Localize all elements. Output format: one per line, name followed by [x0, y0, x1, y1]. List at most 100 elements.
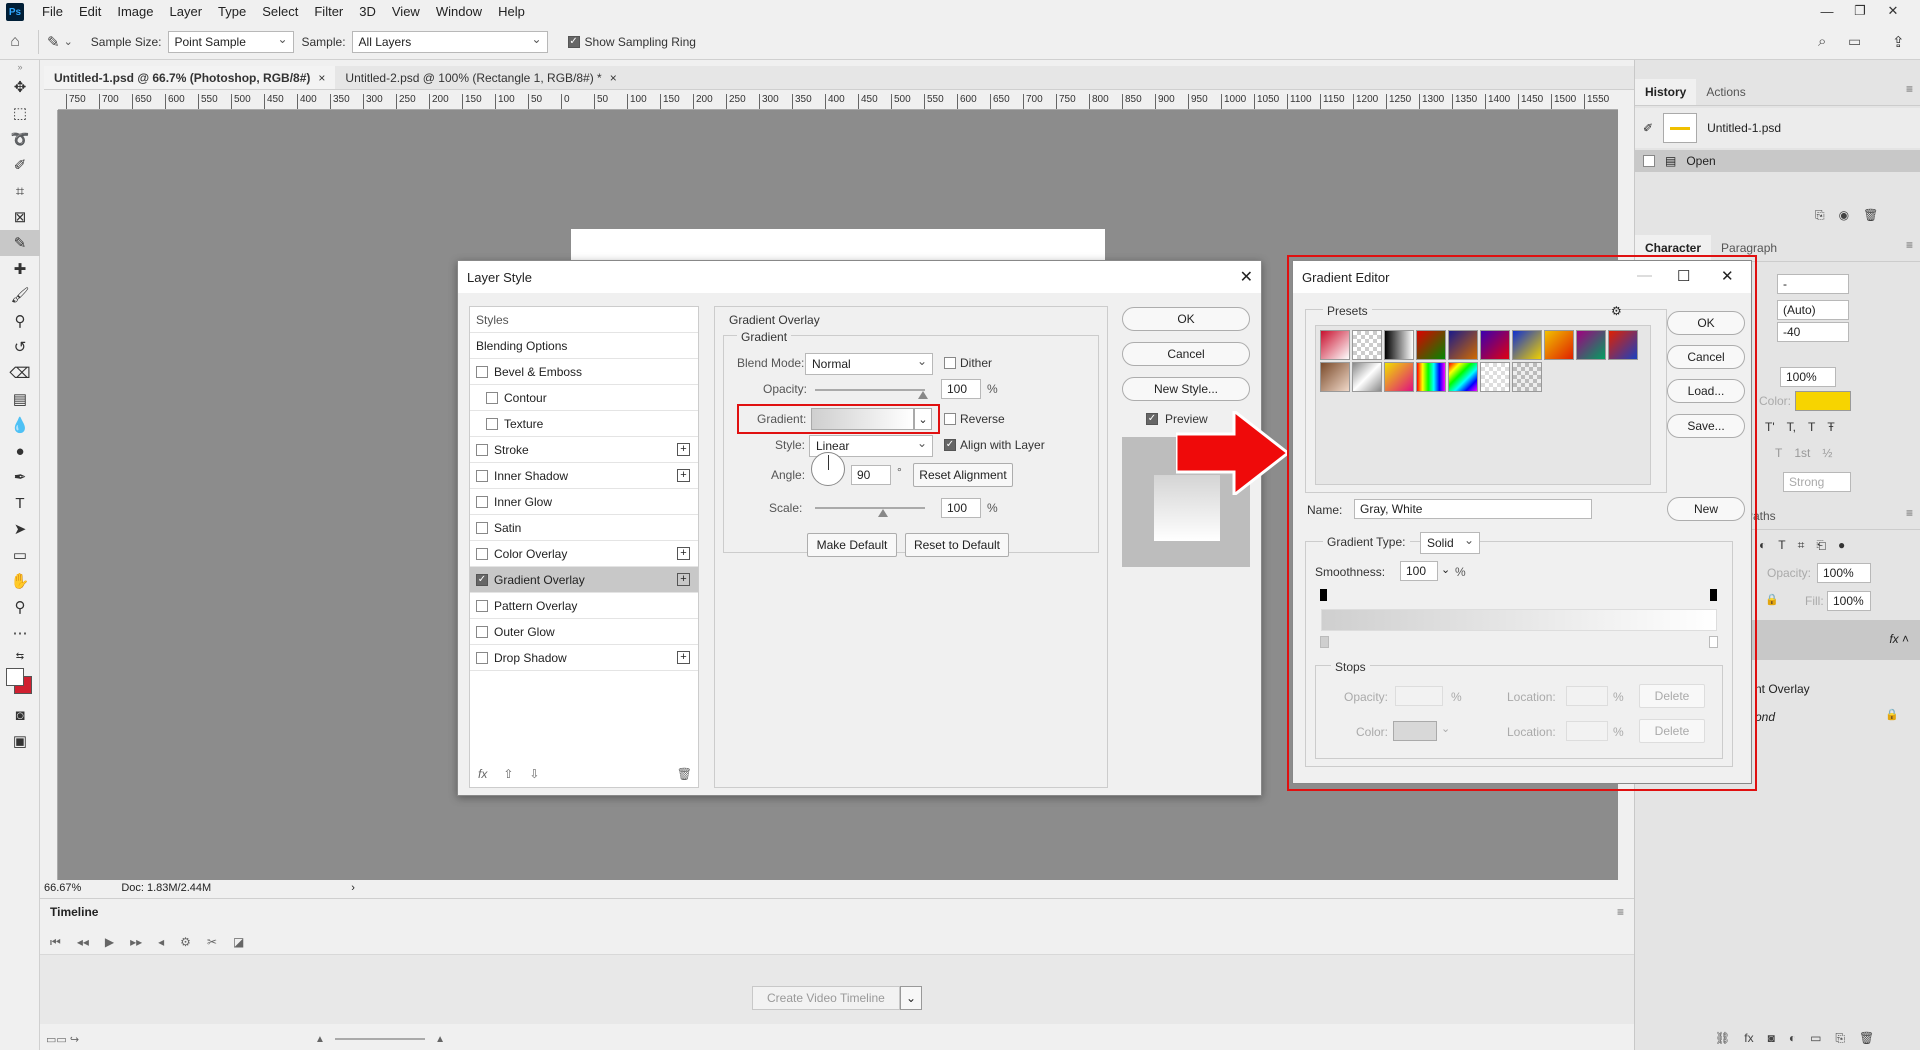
minimize-icon[interactable]: — [1812, 0, 1842, 22]
stop-color-swatch[interactable] [1393, 721, 1437, 741]
antialias-select[interactable]: Strong [1783, 472, 1851, 492]
link-icon[interactable]: ⛓ [1715, 1031, 1730, 1046]
gradient-preset[interactable] [1512, 330, 1542, 360]
history-brush-icon[interactable]: ↺ [0, 334, 40, 360]
layer-row-selected[interactable]: fx ˄ [1735, 620, 1920, 660]
type-filter-icon[interactable]: T [1778, 538, 1785, 553]
mask-icon[interactable]: ◙ [1768, 1031, 1775, 1046]
stop-location-field[interactable] [1566, 721, 1608, 741]
effect-item[interactable]: Satin [470, 515, 698, 541]
menu-3d[interactable]: 3D [351, 0, 384, 24]
effect-item[interactable]: Inner Shadow + [470, 463, 698, 489]
filmstrip-icon[interactable]: ▭▭ ↪ [46, 1033, 79, 1046]
effect-checkbox[interactable] [476, 365, 488, 378]
adjustment-icon[interactable]: ◐ [1789, 1031, 1796, 1046]
move-tool-icon[interactable]: ✥ [0, 74, 40, 100]
effect-checkbox[interactable] [476, 469, 488, 482]
gradient-preset[interactable] [1352, 330, 1382, 360]
adjustment-filter-icon[interactable]: ◐ [1759, 538, 1766, 553]
opacity-slider-knob[interactable] [918, 391, 928, 399]
effect-checkbox[interactable] [476, 443, 488, 456]
blending-options-item[interactable]: Blending Options [470, 333, 698, 359]
tracking-select[interactable]: -40 [1777, 322, 1849, 342]
gradient-preset[interactable] [1384, 362, 1414, 392]
effect-checkbox[interactable] [476, 625, 488, 638]
foreground-color-swatch[interactable] [6, 668, 24, 686]
opacity-stop-left[interactable] [1320, 589, 1327, 601]
align-with-layer-checkbox[interactable]: ✓ [944, 439, 956, 451]
stop-opacity-field[interactable] [1395, 686, 1443, 706]
gradient-preset[interactable] [1544, 330, 1574, 360]
split-icon[interactable]: ✂ [207, 935, 217, 950]
gradient-preset[interactable] [1352, 362, 1382, 392]
gradient-type-select[interactable]: Solid [1420, 532, 1480, 554]
fx-icon[interactable]: fx ˄ [1889, 632, 1909, 646]
effect-checkbox[interactable] [486, 391, 498, 404]
show-sampling-ring-checkbox[interactable]: ✓ [567, 35, 580, 48]
gradient-preset[interactable] [1576, 330, 1606, 360]
frame-tool-icon[interactable]: ⊠ [0, 204, 40, 230]
fraction-icon[interactable]: ½ [1822, 446, 1832, 460]
load-button[interactable]: Load... [1667, 379, 1745, 403]
zoom-in-icon[interactable]: ▲ [435, 1034, 445, 1045]
healing-brush-icon[interactable]: ✚ [0, 256, 40, 282]
panel-menu-icon[interactable]: ≡ [1906, 238, 1913, 252]
tab-actions[interactable]: Actions [1696, 79, 1755, 105]
effect-item[interactable]: Outer Glow [470, 619, 698, 645]
menu-file[interactable]: File [34, 0, 71, 24]
more-tools-icon[interactable]: ⋯ [0, 620, 40, 646]
gear-icon[interactable]: ⚙ [1611, 304, 1622, 318]
restore-icon[interactable]: ❐ [1845, 0, 1875, 22]
close-icon[interactable]: ✕ [1878, 0, 1908, 22]
history-snapshot[interactable]: ✐ Untitled-1.psd [1635, 108, 1920, 148]
zoom-tool-icon[interactable]: ⚲ [0, 594, 40, 620]
fx-icon[interactable]: fx [478, 767, 487, 781]
sample-size-select[interactable]: Point Sample [167, 30, 294, 53]
preview-checkbox[interactable]: ✓ [1146, 413, 1158, 425]
zoom-out-icon[interactable]: ▲ [315, 1034, 325, 1045]
zoom-level[interactable]: 66.67% [44, 882, 81, 894]
gradient-picker[interactable] [811, 408, 914, 430]
fx-icon[interactable]: fx [1744, 1031, 1753, 1046]
swap-colors-icon[interactable]: ⇆ [0, 646, 40, 666]
add-effect-icon[interactable]: + [677, 443, 690, 456]
tab-history[interactable]: History [1635, 79, 1697, 105]
effect-checkbox[interactable]: ✓ [476, 573, 488, 586]
menu-type[interactable]: Type [210, 0, 254, 24]
add-effect-icon[interactable]: + [677, 651, 690, 664]
smart-object-filter-icon[interactable]: ⎗ [1816, 538, 1826, 553]
quick-select-tool-icon[interactable]: ✐ [0, 152, 40, 178]
gradient-preset[interactable] [1320, 362, 1350, 392]
gradient-preset[interactable] [1320, 330, 1350, 360]
chevron-down-icon[interactable]: ⌄ [1441, 563, 1450, 576]
new-layer-icon[interactable]: ⎘ [1835, 1031, 1845, 1046]
gradient-preset[interactable] [1384, 330, 1414, 360]
new-document-icon[interactable]: ⎘ [1815, 208, 1825, 223]
chevron-down-icon[interactable]: ⌄ [1441, 722, 1450, 735]
close-icon[interactable]: ✕ [1721, 267, 1734, 285]
tab-untitled-2[interactable]: Untitled-2.psd @ 100% (Rectangle 1, RGB/… [335, 66, 626, 89]
sample-select[interactable]: All Layers [351, 30, 548, 53]
eyedropper-tool-icon[interactable]: ✎ [47, 33, 60, 51]
menu-filter[interactable]: Filter [306, 0, 351, 24]
folder-icon[interactable]: ▭ [1810, 1031, 1821, 1046]
gradient-preset[interactable] [1448, 330, 1478, 360]
home-icon[interactable]: ⌂ [0, 33, 30, 51]
effect-checkbox[interactable] [476, 651, 488, 664]
smoothness-field[interactable]: 100 [1400, 561, 1438, 581]
stamp-tool-icon[interactable]: ⚲ [0, 308, 40, 334]
gradient-tool-icon[interactable]: ▤ [0, 386, 40, 412]
lock-icon[interactable]: 🔒 [1765, 593, 1779, 606]
workspace-icon[interactable]: ▭ [1848, 33, 1861, 50]
opacity-stop-right[interactable] [1710, 589, 1717, 601]
lasso-tool-icon[interactable]: ➰ [0, 126, 40, 152]
save-button[interactable]: Save... [1667, 414, 1745, 438]
rectangle-tool-icon[interactable]: ▭ [0, 542, 40, 568]
gradient-preset[interactable] [1480, 362, 1510, 392]
slider-track[interactable] [334, 1038, 426, 1040]
blur-tool-icon[interactable]: 💧 [0, 412, 40, 438]
effect-item[interactable]: Pattern Overlay [470, 593, 698, 619]
trash-icon[interactable]: 🗑 [1863, 208, 1878, 223]
gradient-bar[interactable] [1321, 609, 1717, 631]
effect-item[interactable]: Bevel & Emboss [470, 359, 698, 385]
